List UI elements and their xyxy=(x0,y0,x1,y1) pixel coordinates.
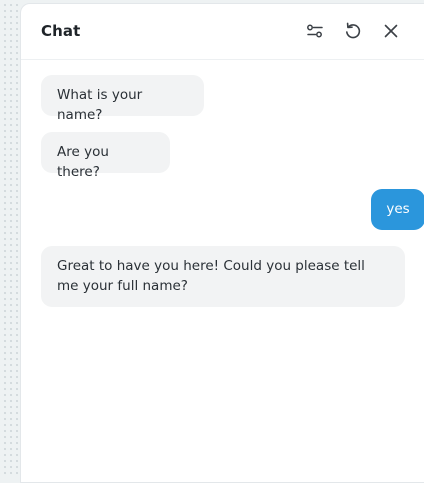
reset-button[interactable] xyxy=(340,18,366,44)
chat-panel: Chat What is your name? Are you there? y… xyxy=(20,3,424,483)
refresh-icon xyxy=(346,22,361,39)
sliders-icon xyxy=(307,24,323,38)
chat-title: Chat xyxy=(41,22,81,40)
bot-message: Great to have you here! Could you please… xyxy=(41,246,405,307)
settings-button[interactable] xyxy=(302,18,328,44)
close-icon xyxy=(384,24,398,38)
bot-message: Are you there? xyxy=(41,132,170,180)
background-pattern xyxy=(0,0,20,478)
chat-header: Chat xyxy=(21,4,424,60)
close-button[interactable] xyxy=(378,18,404,44)
user-message: yes xyxy=(371,189,424,230)
bot-message: What is your name? xyxy=(41,75,204,123)
